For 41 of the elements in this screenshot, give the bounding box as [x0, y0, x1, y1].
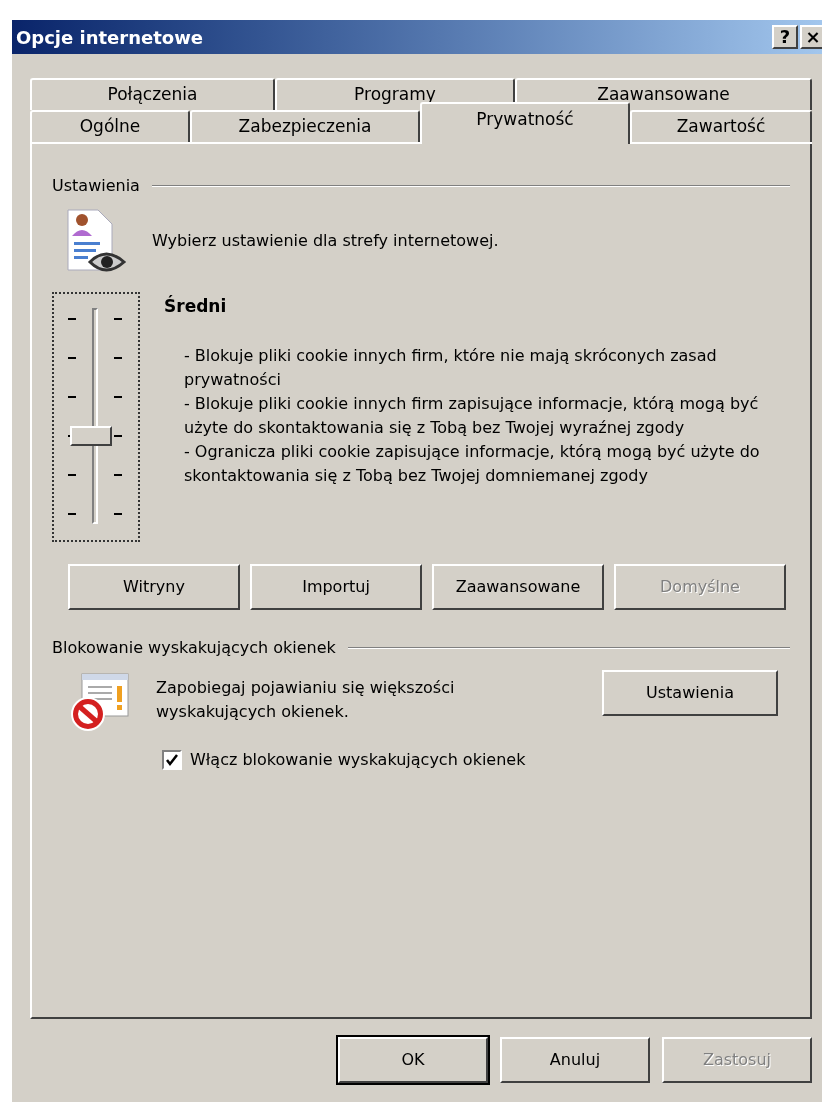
- tick-mark: [114, 396, 122, 398]
- tick-mark: [68, 513, 76, 515]
- tab[interactable]: Programy: [275, 78, 515, 110]
- button[interactable]: Importuj: [250, 564, 422, 610]
- level-name: Średni: [164, 294, 228, 318]
- slider-thumb[interactable]: [70, 426, 112, 446]
- group-heading: Ustawienia: [52, 175, 140, 197]
- tab[interactable]: Połączenia: [30, 78, 275, 110]
- tick-mark: [68, 357, 76, 359]
- button[interactable]: Anuluj: [500, 1037, 650, 1083]
- blocked-popup-icon: [70, 670, 132, 734]
- privacy-document-icon: [64, 208, 128, 274]
- tab[interactable]: Ogólne: [30, 110, 190, 142]
- tick-mark: [68, 474, 76, 476]
- help-button[interactable]: ?: [772, 25, 798, 49]
- tab[interactable]: Zaawansowane: [515, 78, 812, 110]
- tab[interactable]: Zabezpieczenia: [190, 110, 420, 142]
- tick-mark: [68, 396, 76, 398]
- close-button[interactable]: ×: [800, 25, 822, 49]
- tick-mark: [114, 318, 122, 320]
- tab[interactable]: Zawartość: [630, 110, 812, 142]
- button[interactable]: Zaawansowane: [432, 564, 604, 610]
- description-text: - Ogranicza pliki cookie zapisujące informacje, którą mogą być użyte do skontaktowania się z Tobą bez Twojej domniemanej zgody: [184, 440, 761, 487]
- button[interactable]: Witryny: [68, 564, 240, 610]
- description-text: - Blokuje pliki cookie innych firm zapisujące informacje, którą mogą być użyte do skontaktowania się z Tobą bez Twojej wyraźnej zgody: [184, 392, 760, 439]
- tick-mark: [114, 513, 122, 515]
- checkbox-label[interactable]: Włącz blokowanie wyskakujących okienek: [190, 748, 526, 772]
- checkbox[interactable]: [162, 750, 182, 770]
- window-title: Opcje internetowe: [16, 25, 203, 50]
- popup-settings-button[interactable]: Ustawienia: [602, 670, 778, 716]
- tick-mark: [114, 435, 122, 437]
- popup-blocking-text: Zapobiegaj pojawianiu się większości wyskakujących okienek.: [156, 677, 456, 723]
- intro-text: Wybierz ustawienie dla strefy internetowej.: [152, 230, 499, 252]
- privacy-slider[interactable]: [52, 292, 140, 542]
- tick-mark: [114, 474, 122, 476]
- tab[interactable]: Prywatność: [420, 102, 630, 144]
- description-text: - Blokuje pliki cookie innych firm, które nie mają skróconych zasad prywatności: [184, 344, 718, 391]
- button[interactable]: OK: [338, 1037, 488, 1083]
- tick-mark: [114, 357, 122, 359]
- tick-mark: [68, 318, 76, 320]
- group-heading: Blokowanie wyskakujących okienek: [52, 637, 336, 659]
